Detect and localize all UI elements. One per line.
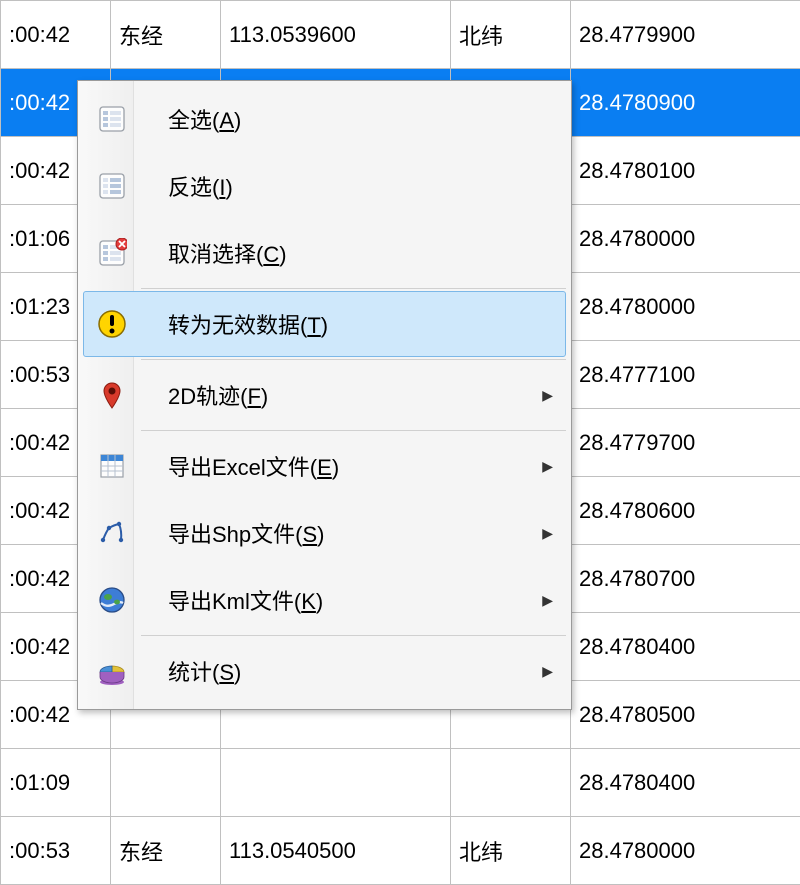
shp-icon	[84, 518, 140, 548]
menu-item-list-cancel[interactable]: 取消选择(C)	[83, 220, 566, 286]
menu-item-label: 全选(A)	[140, 103, 553, 135]
cell-lat[interactable]: 28.4780000	[571, 205, 800, 273]
kml-icon	[84, 585, 140, 615]
menu-item-label: 统计(S)	[140, 655, 542, 687]
table-row[interactable]: :01:09 28.4780400	[1, 749, 800, 817]
menu-separator	[141, 288, 566, 289]
cell-lat[interactable]: 28.4779900	[571, 1, 800, 69]
menu-item-kml[interactable]: 导出Kml文件(K)▶	[83, 567, 566, 633]
submenu-arrow-icon: ▶	[542, 387, 553, 404]
context-menu: 全选(A)反选(I)取消选择(C)转为无效数据(T)2D轨迹(F)▶导出Exce…	[77, 80, 572, 710]
list-icon	[84, 104, 140, 134]
submenu-arrow-icon: ▶	[542, 458, 553, 475]
menu-separator	[141, 359, 566, 360]
cell-time[interactable]: :00:42	[1, 1, 111, 69]
menu-item-list[interactable]: 全选(A)	[83, 86, 566, 152]
cell-lat_label[interactable]: 北纬	[451, 1, 571, 69]
menu-item-warning[interactable]: 转为无效数据(T)	[83, 291, 566, 357]
submenu-arrow-icon: ▶	[542, 663, 553, 680]
menu-item-label: 导出Excel文件(E)	[140, 450, 542, 482]
cell-time[interactable]: :01:09	[1, 749, 111, 817]
submenu-arrow-icon: ▶	[542, 525, 553, 542]
submenu-arrow-icon: ▶	[542, 592, 553, 609]
table-row[interactable]: :00:42东经113.0539600北纬28.4779900	[1, 1, 800, 69]
chart-icon	[84, 656, 140, 686]
menu-item-pin[interactable]: 2D轨迹(F)▶	[83, 362, 566, 428]
menu-item-chart[interactable]: 统计(S)▶	[83, 638, 566, 704]
menu-item-excel[interactable]: 导出Excel文件(E)▶	[83, 433, 566, 499]
menu-item-label: 导出Kml文件(K)	[140, 584, 542, 616]
cell-lat[interactable]: 28.4780500	[571, 681, 800, 749]
cell-lon[interactable]	[221, 749, 451, 817]
cell-lat[interactable]: 28.4780100	[571, 137, 800, 205]
menu-item-label: 转为无效数据(T)	[140, 308, 553, 340]
cell-lat[interactable]: 28.4780900	[571, 69, 800, 137]
menu-separator	[141, 430, 566, 431]
cell-lon_label[interactable]: 东经	[111, 1, 221, 69]
menu-item-label: 取消选择(C)	[140, 237, 553, 269]
cell-lat[interactable]: 28.4779700	[571, 409, 800, 477]
cell-lat[interactable]: 28.4780400	[571, 613, 800, 681]
menu-item-shp[interactable]: 导出Shp文件(S)▶	[83, 500, 566, 566]
pin-icon	[84, 380, 140, 410]
menu-separator	[141, 635, 566, 636]
cell-lat[interactable]: 28.4780600	[571, 477, 800, 545]
list-inverse-icon	[84, 171, 140, 201]
menu-item-label: 2D轨迹(F)	[140, 379, 542, 411]
list-cancel-icon	[84, 238, 140, 268]
menu-item-list-inverse[interactable]: 反选(I)	[83, 153, 566, 219]
cell-lon_label[interactable]	[111, 749, 221, 817]
cell-lat_label[interactable]	[451, 749, 571, 817]
excel-icon	[84, 451, 140, 481]
cell-lat[interactable]: 28.4780400	[571, 749, 800, 817]
cell-lon[interactable]: 113.0539600	[221, 1, 451, 69]
cell-lat[interactable]: 28.4777100	[571, 341, 800, 409]
warning-icon	[84, 309, 140, 339]
menu-item-label: 导出Shp文件(S)	[140, 517, 542, 549]
cell-lat[interactable]: 28.4780000	[571, 273, 800, 341]
menu-item-label: 反选(I)	[140, 170, 553, 202]
cell-lat[interactable]: 28.4780700	[571, 545, 800, 613]
